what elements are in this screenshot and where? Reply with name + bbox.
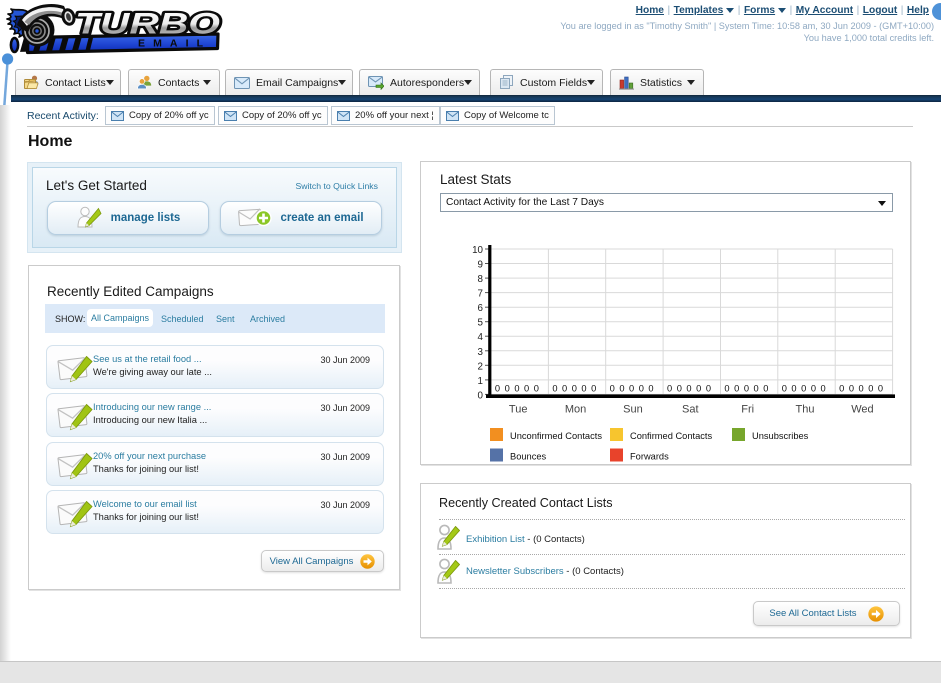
svg-text:Wed: Wed (851, 404, 873, 416)
svg-text:4: 4 (478, 332, 484, 343)
svg-text:0: 0 (562, 384, 567, 394)
svg-text:0: 0 (572, 384, 577, 394)
svg-text:0: 0 (763, 384, 768, 394)
svg-text:10: 10 (472, 245, 483, 256)
svg-text:0: 0 (706, 384, 711, 394)
svg-text:0: 0 (478, 390, 484, 401)
svg-text:0: 0 (591, 384, 596, 394)
svg-text:0: 0 (859, 384, 864, 394)
svg-text:Thu: Thu (796, 404, 815, 416)
svg-text:0: 0 (639, 384, 644, 394)
svg-text:0: 0 (677, 384, 682, 394)
svg-text:Mon: Mon (565, 404, 586, 416)
svg-text:0: 0 (581, 384, 586, 394)
svg-text:0: 0 (754, 384, 759, 394)
svg-text:0: 0 (801, 384, 806, 394)
svg-text:0: 0 (696, 384, 701, 394)
svg-text:Bounces: Bounces (510, 452, 547, 462)
svg-text:0: 0 (552, 384, 557, 394)
svg-text:0: 0 (724, 384, 729, 394)
svg-text:Tue: Tue (509, 404, 528, 416)
svg-text:Fri: Fri (741, 404, 754, 416)
svg-text:0: 0 (686, 384, 691, 394)
svg-text:7: 7 (478, 289, 483, 300)
svg-text:0: 0 (629, 384, 634, 394)
svg-text:0: 0 (524, 384, 529, 394)
svg-text:Sat: Sat (682, 404, 699, 416)
svg-text:0: 0 (839, 384, 844, 394)
svg-text:Forwards: Forwards (630, 452, 669, 462)
svg-text:0: 0 (878, 384, 883, 394)
svg-text:0: 0 (791, 384, 796, 394)
svg-text:0: 0 (505, 384, 510, 394)
svg-text:TURBO: TURBO (75, 8, 220, 41)
svg-text:8: 8 (478, 274, 484, 285)
svg-text:0: 0 (782, 384, 787, 394)
svg-text:0: 0 (821, 384, 826, 394)
svg-text:Unconfirmed Contacts: Unconfirmed Contacts (510, 431, 602, 441)
svg-text:0: 0 (811, 384, 816, 394)
svg-text:0: 0 (667, 384, 672, 394)
svg-text:2: 2 (478, 361, 483, 372)
svg-text:Confirmed Contacts: Confirmed Contacts (630, 431, 713, 441)
svg-text:0: 0 (648, 384, 653, 394)
svg-text:0: 0 (619, 384, 624, 394)
svg-text:0: 0 (868, 384, 873, 394)
svg-text:0: 0 (495, 384, 500, 394)
svg-text:0: 0 (744, 384, 749, 394)
svg-text:3: 3 (478, 347, 484, 358)
svg-text:0: 0 (849, 384, 854, 394)
svg-text:1: 1 (478, 376, 483, 387)
svg-text:0: 0 (534, 384, 539, 394)
svg-text:0: 0 (610, 384, 615, 394)
svg-text:Unsubscribes: Unsubscribes (752, 431, 809, 441)
svg-text:0: 0 (514, 384, 519, 394)
svg-text:9: 9 (478, 260, 483, 271)
svg-text:5: 5 (478, 318, 484, 329)
svg-text:Sun: Sun (623, 404, 643, 416)
svg-text:6: 6 (478, 303, 484, 314)
svg-text:0: 0 (734, 384, 739, 394)
